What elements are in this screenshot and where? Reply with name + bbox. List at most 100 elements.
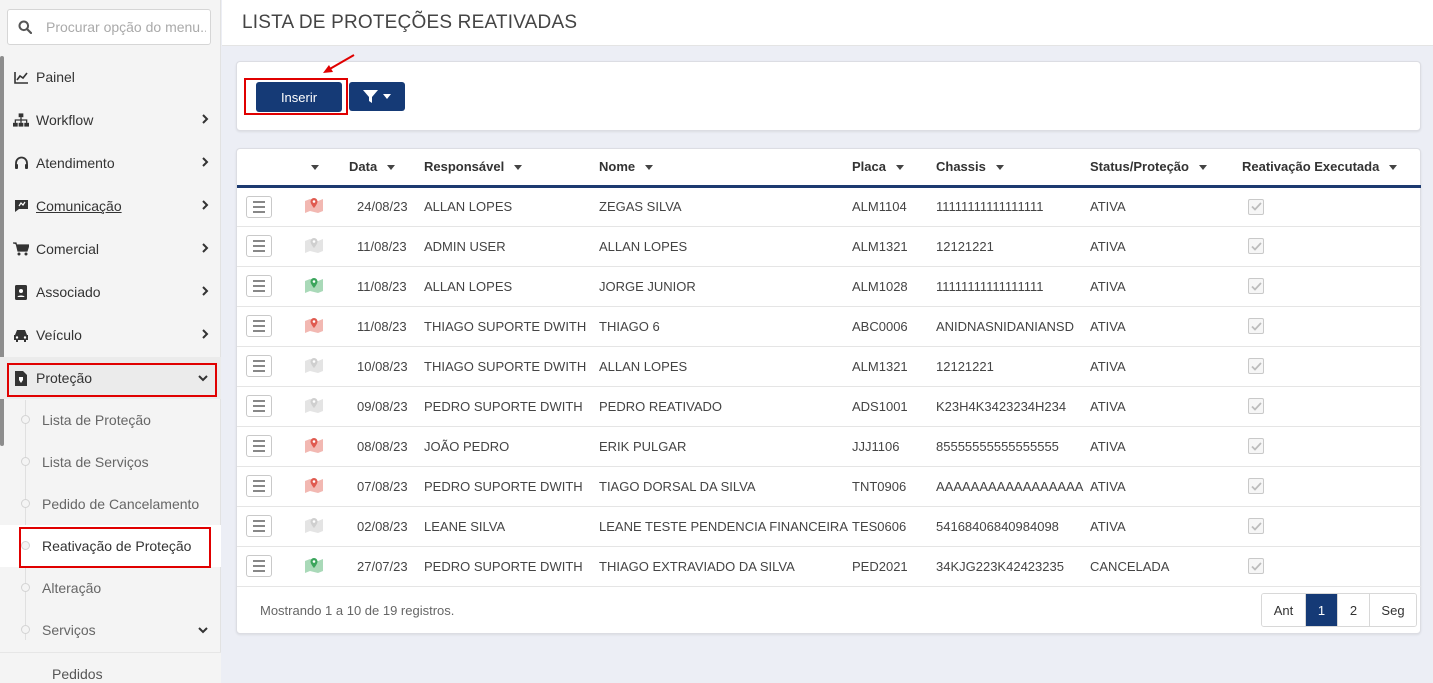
sidebar-item-comunicacao[interactable]: Comunicação: [0, 185, 221, 227]
sidebar: Painel Workflow Atendimento Comunicação …: [0, 0, 221, 683]
pagination-page-2[interactable]: 2: [1338, 594, 1370, 626]
sidebar-subitem-lista-de-protecao[interactable]: Lista de Proteção: [0, 399, 221, 441]
bullet-icon: [21, 541, 30, 550]
row-menu-button[interactable]: [246, 315, 272, 337]
column-header-responsavel[interactable]: Responsável: [424, 149, 599, 188]
reactivation-checkbox: [1248, 278, 1264, 294]
sidebar-subitem-pedido-de-cancelamento[interactable]: Pedido de Cancelamento: [0, 483, 221, 525]
row-menu-button[interactable]: [246, 475, 272, 497]
cell-status: ATIVA: [1090, 426, 1242, 467]
cell-nome: JORGE JUNIOR: [599, 266, 852, 307]
map-marker-icon[interactable]: [305, 397, 323, 413]
map-marker-icon[interactable]: [305, 517, 323, 533]
column-header-nome[interactable]: Nome: [599, 149, 852, 188]
insert-button[interactable]: Inserir: [256, 82, 342, 112]
row-menu-button[interactable]: [246, 435, 272, 457]
map-marker-icon[interactable]: [305, 437, 323, 453]
cell-reativacao: [1242, 266, 1421, 307]
cell-responsavel: THIAGO SUPORTE DWITH: [424, 346, 599, 387]
column-header-placa[interactable]: Placa: [852, 149, 936, 188]
sidebar-subitem-servicos[interactable]: Serviços: [0, 609, 221, 651]
row-menu-button[interactable]: [246, 355, 272, 377]
sidebar-subitem-label: Alteração: [42, 580, 102, 596]
sidebar-item-label: Comunicação: [36, 198, 122, 214]
map-marker-icon[interactable]: [305, 357, 323, 373]
check-icon: [1250, 241, 1262, 251]
column-header-map[interactable]: [295, 149, 349, 188]
bullet-icon: [21, 415, 30, 424]
page-header: LISTA DE PROTEÇÕES REATIVADAS: [222, 0, 1433, 46]
sort-caret-icon: [387, 165, 396, 171]
cell-reativacao: [1242, 466, 1421, 507]
cell-chassis: 11111111111111111: [936, 266, 1090, 307]
cell-data: 07/08/23: [349, 466, 424, 507]
column-header-reativacao[interactable]: Reativação Executada: [1242, 149, 1421, 188]
cell-chassis: K23H4K3423234H234: [936, 386, 1090, 427]
sidebar-item-label: Proteção: [36, 370, 93, 386]
sidebar-subitem-label: Lista de Serviços: [42, 454, 149, 470]
pagination-prev-button[interactable]: Ant: [1262, 594, 1306, 626]
sidebar-item-atendimento[interactable]: Atendimento: [0, 142, 221, 184]
row-menu-button[interactable]: [246, 395, 272, 417]
row-menu-button[interactable]: [246, 555, 272, 577]
column-header-chassis[interactable]: Chassis: [936, 149, 1090, 188]
reactivated-protections-table: Data Responsável Nome Placa Chassis Stat…: [237, 149, 1421, 587]
cell-map: [295, 266, 349, 307]
cell-actions: [237, 546, 295, 587]
sidebar-item-protecao[interactable]: Proteção: [0, 357, 221, 399]
row-menu-button[interactable]: [246, 515, 272, 537]
map-marker-icon[interactable]: [305, 557, 323, 573]
car-icon: [13, 327, 29, 343]
sidebar-subitem-reativacao-de-protecao[interactable]: Reativação de Proteção: [0, 525, 221, 567]
sidebar-subsubitem-pedidos[interactable]: Pedidos: [0, 652, 221, 683]
filter-icon: [363, 90, 378, 103]
sidebar-item-workflow[interactable]: Workflow: [0, 99, 221, 141]
map-marker-icon[interactable]: [305, 477, 323, 493]
cell-chassis: 34KJG223K42423235: [936, 546, 1090, 587]
sidebar-item-label: Painel: [36, 69, 75, 85]
map-marker-icon[interactable]: [305, 317, 323, 333]
map-marker-icon[interactable]: [305, 197, 323, 213]
cell-nome: ALLAN LOPES: [599, 346, 852, 387]
menu-search-input[interactable]: [46, 19, 206, 35]
filter-dropdown-button[interactable]: [349, 82, 405, 111]
cell-responsavel: ALLAN LOPES: [424, 266, 599, 307]
sidebar-subitem-lista-de-servicos[interactable]: Lista de Serviços: [0, 441, 221, 483]
sidebar-item-veiculo[interactable]: Veículo: [0, 314, 221, 356]
sidebar-item-comercial[interactable]: Comercial: [0, 228, 221, 270]
reactivation-checkbox: [1248, 438, 1264, 454]
cell-map: [295, 346, 349, 387]
sort-caret-icon: [1198, 165, 1207, 171]
sidebar-subitem-label: Reativação de Proteção: [42, 538, 192, 554]
red-arrow-annotation: [323, 54, 355, 73]
sidebar-item-associado[interactable]: Associado: [0, 271, 221, 313]
cell-chassis: AAAAAAAAAAAAAAAAA: [936, 466, 1090, 507]
chevron-right-icon: [202, 114, 209, 124]
pagination: Ant 1 2 Seg: [1261, 593, 1417, 627]
cell-map: [295, 226, 349, 267]
pagination-next-button[interactable]: Seg: [1370, 594, 1416, 626]
cell-actions: [237, 226, 295, 267]
column-header-status[interactable]: Status/Proteção: [1090, 149, 1242, 188]
cell-map: [295, 426, 349, 467]
check-icon: [1250, 401, 1262, 411]
chevron-right-icon: [202, 329, 209, 339]
sidebar-subitem-alteracao[interactable]: Alteração: [0, 567, 221, 609]
bullet-icon: [21, 499, 30, 508]
cell-map: [295, 546, 349, 587]
column-header-data[interactable]: Data: [349, 149, 424, 188]
cell-nome: ZEGAS SILVA: [599, 186, 852, 227]
cell-chassis: 12121221: [936, 226, 1090, 267]
map-marker-icon[interactable]: [305, 237, 323, 253]
check-icon: [1250, 202, 1262, 211]
cell-reativacao: [1242, 546, 1421, 587]
row-menu-button[interactable]: [246, 275, 272, 297]
map-marker-icon[interactable]: [305, 277, 323, 293]
row-menu-button[interactable]: [246, 195, 272, 218]
sidebar-item-painel[interactable]: Painel: [0, 56, 221, 98]
cell-actions: [237, 506, 295, 547]
reactivation-checkbox: [1248, 398, 1264, 414]
pagination-page-1[interactable]: 1: [1306, 594, 1338, 626]
row-menu-button[interactable]: [246, 235, 272, 257]
reactivation-checkbox: [1248, 358, 1264, 374]
